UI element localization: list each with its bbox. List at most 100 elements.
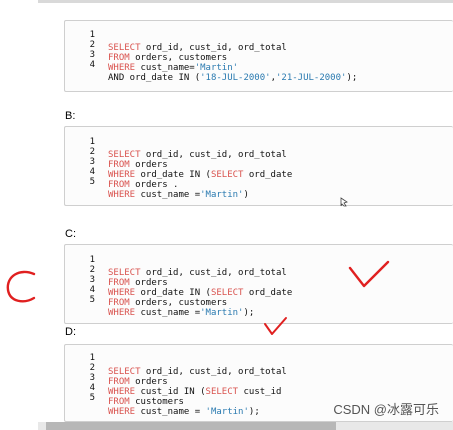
code-block-b[interactable]: 12345 SELECT ord_id, cust_id, ord_total F… xyxy=(64,126,453,206)
sql-keyword: SELECT xyxy=(108,150,141,160)
code-line: FROM orders, customers xyxy=(108,53,453,63)
code-line: WHERE cust_name='Martin' xyxy=(108,63,453,73)
sql-text: orders . xyxy=(129,180,179,190)
code-line: FROM orders xyxy=(108,160,453,170)
line-number: 2 xyxy=(89,265,95,275)
line-number-gutter: 12345 xyxy=(65,137,95,205)
sql-string: 'Martin' xyxy=(200,190,244,200)
sql-text: cust_name = xyxy=(135,190,201,200)
sql-keyword: SELECT xyxy=(210,170,244,180)
line-number-gutter: 12345 xyxy=(65,353,95,421)
watermark: CSDN @冰露可乐 xyxy=(333,402,439,417)
code-line: WHERE ord_date IN (SELECT ord_date xyxy=(108,170,453,180)
sql-keyword: SELECT xyxy=(108,367,141,377)
line-number: 5 xyxy=(89,295,95,305)
sql-text: orders xyxy=(129,377,168,387)
sql-code: SELECT ord_id, cust_id, ord_total FROM or… xyxy=(108,258,453,318)
sql-text: ord_date xyxy=(243,170,293,180)
code-line: SELECT ord_id, cust_id, ord_total xyxy=(108,367,453,377)
line-number: 3 xyxy=(89,373,95,383)
sql-text: orders xyxy=(129,160,168,170)
line-number: 3 xyxy=(89,50,95,60)
line-number: 1 xyxy=(89,255,95,265)
sql-text: ord_date IN ( xyxy=(135,170,211,180)
sql-keyword: SELECT xyxy=(210,288,244,298)
top-scroll-edge xyxy=(38,0,453,3)
sql-keyword: FROM xyxy=(108,53,130,63)
code-line: SELECT ord_id, cust_id, ord_total xyxy=(108,150,453,160)
scrollbar-thumb[interactable] xyxy=(46,422,336,430)
line-number: 2 xyxy=(89,147,95,157)
sql-text: orders, customers xyxy=(129,298,228,308)
sql-text: ord_id, cust_id, ord_total xyxy=(140,150,287,160)
sql-text: ord_id, cust_id, ord_total xyxy=(140,268,287,278)
code-line: WHERE cust_id IN (SELECT cust_id xyxy=(108,387,453,397)
line-number: 2 xyxy=(89,40,95,50)
sql-text: customers xyxy=(129,397,184,407)
code-line: FROM orders . xyxy=(108,180,453,190)
sql-keyword: FROM xyxy=(108,180,130,190)
sql-text: AND ord_date IN ( xyxy=(108,73,201,83)
code-line: SELECT ord_id, cust_id, ord_total xyxy=(108,268,453,278)
sql-string: '21-JUL-2000' xyxy=(276,73,347,83)
sql-text: orders, customers xyxy=(129,53,228,63)
line-number: 3 xyxy=(89,157,95,167)
sql-keyword: WHERE xyxy=(108,190,136,200)
sql-keyword: WHERE xyxy=(108,308,136,318)
option-label-b: B: xyxy=(65,110,76,122)
sql-keyword: SELECT xyxy=(108,268,141,278)
sql-code: SELECT ord_id, cust_id, ord_total FROM or… xyxy=(108,33,453,83)
code-line: WHERE ord_date IN (SELECT ord_date xyxy=(108,288,453,298)
sql-text: ord_id, cust_id, ord_total xyxy=(140,43,287,53)
line-number: 4 xyxy=(89,285,95,295)
line-number: 4 xyxy=(89,167,95,177)
code-block-c[interactable]: 12345 SELECT ord_id, cust_id, ord_total F… xyxy=(64,244,453,324)
mouse-cursor-icon xyxy=(340,197,348,207)
line-number-gutter: 12345 xyxy=(65,255,95,323)
handwritten-c-mark xyxy=(6,270,36,303)
line-number: 3 xyxy=(89,275,95,285)
sql-text: cust_name = xyxy=(135,308,201,318)
sql-keyword: SELECT xyxy=(108,43,141,53)
sql-text: cust_name= xyxy=(135,63,195,73)
sql-keyword: FROM xyxy=(108,160,130,170)
handwritten-check-mark xyxy=(348,260,390,288)
sql-keyword: WHERE xyxy=(108,63,136,73)
line-number: 4 xyxy=(89,383,95,393)
sql-keyword: FROM xyxy=(108,278,130,288)
line-number: 5 xyxy=(89,177,95,187)
sql-keyword: SELECT xyxy=(205,387,239,397)
code-line: AND ord_date IN ('18-JUL-2000','21-JUL-2… xyxy=(108,73,453,83)
sql-text: ); xyxy=(248,407,260,417)
sql-string: 'Martin' xyxy=(194,63,239,73)
sql-text: cust_name = xyxy=(135,407,206,417)
sql-keyword: WHERE xyxy=(108,170,136,180)
option-label-c: C: xyxy=(65,228,76,240)
code-block-a[interactable]: 1234 SELECT ord_id, cust_id, ord_total FR… xyxy=(64,20,453,92)
code-line: FROM orders xyxy=(108,377,453,387)
code-line: WHERE cust_name ='Martin') xyxy=(108,190,453,200)
sql-keyword: FROM xyxy=(108,377,130,387)
sql-keyword: WHERE xyxy=(108,407,136,417)
sql-text: cust_id IN ( xyxy=(135,387,206,397)
line-number: 2 xyxy=(89,363,95,373)
line-number: 1 xyxy=(89,30,95,40)
sql-code: SELECT ord_id, cust_id, ord_total FROM or… xyxy=(108,140,453,200)
sql-keyword: WHERE xyxy=(108,387,136,397)
line-number: 5 xyxy=(89,393,95,403)
sql-text: orders xyxy=(129,278,168,288)
sql-text: ); xyxy=(346,73,358,83)
line-number: 4 xyxy=(89,60,95,70)
sql-text: ); xyxy=(243,308,255,318)
sql-text: ) xyxy=(243,190,249,200)
sql-string: '18-JUL-2000' xyxy=(200,73,271,83)
line-number: 1 xyxy=(89,137,95,147)
line-number: 1 xyxy=(89,353,95,363)
sql-text: ord_date xyxy=(243,288,293,298)
sql-text: cust_id xyxy=(238,387,282,397)
horizontal-scrollbar[interactable] xyxy=(38,422,453,430)
handwritten-small-check-mark xyxy=(264,317,287,335)
line-number-gutter: 1234 xyxy=(65,30,95,91)
